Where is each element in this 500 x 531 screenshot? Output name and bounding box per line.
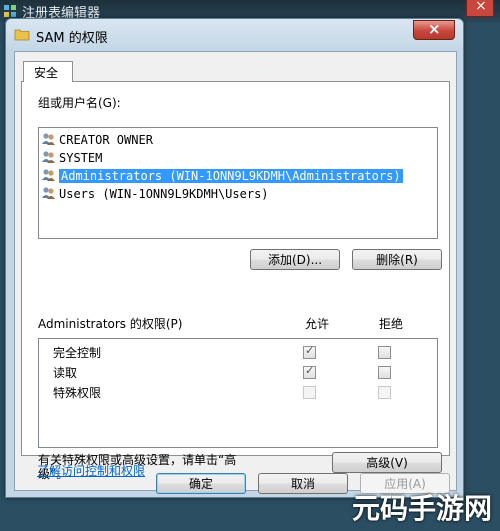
dialog-titlebar: SAM 的权限 × xyxy=(6,19,463,51)
advanced-button[interactable]: 高级(V) xyxy=(332,452,442,473)
folder-icon xyxy=(14,29,30,41)
allow-checkbox-full-control[interactable] xyxy=(303,344,316,359)
access-control-help-link[interactable]: 了解访问控制和权限 xyxy=(37,462,145,479)
permissions-list: 完全控制 读取 特殊权限 xyxy=(38,338,438,448)
dialog-close-button[interactable]: × xyxy=(413,20,455,40)
dialog-client-area: 安全 组或用户名(G): CREATOR OWNER SYSTEM Admini… xyxy=(14,51,457,491)
permissions-label: Administrators 的权限(P) xyxy=(38,317,183,331)
allow-checkbox-special xyxy=(303,386,316,399)
add-button[interactable]: 添加(D)... xyxy=(250,249,340,270)
user-group-icon xyxy=(42,169,55,181)
user-name: CREATOR OWNER xyxy=(59,133,153,147)
allow-checkbox-read[interactable] xyxy=(303,364,316,379)
permissions-dialog: SAM 的权限 × 安全 组或用户名(G): CREATOR OWNER SYS… xyxy=(5,18,464,498)
registry-editor-icon xyxy=(4,5,16,17)
permission-name: 读取 xyxy=(53,366,78,380)
user-name: Administrators (WIN-1ONN9L9KDMH\Administ… xyxy=(59,169,403,183)
remove-button[interactable]: 删除(R) xyxy=(352,249,442,270)
user-group-icon xyxy=(42,151,55,163)
user-name: Users (WIN-1ONN9L9KDMH\Users) xyxy=(59,187,269,201)
dialog-title: SAM 的权限 xyxy=(36,31,108,46)
allow-column-header: 允许 xyxy=(305,317,330,331)
deny-checkbox-read[interactable] xyxy=(378,366,391,379)
list-item[interactable]: SYSTEM xyxy=(41,150,102,166)
ok-button[interactable]: 确定 xyxy=(156,473,246,494)
user-group-icon xyxy=(42,187,55,199)
deny-checkbox-full-control[interactable] xyxy=(378,346,391,359)
deny-checkbox-special xyxy=(378,386,391,399)
background-close-button[interactable] xyxy=(466,0,494,17)
security-tab-panel: 组或用户名(G): CREATOR OWNER SYSTEM Administr… xyxy=(21,81,450,481)
watermark-logo: 元码手游网 xyxy=(351,492,492,525)
tab-security[interactable]: 安全 xyxy=(23,61,73,82)
user-listbox[interactable]: CREATOR OWNER SYSTEM Administrators (WIN… xyxy=(38,127,438,239)
permission-name: 特殊权限 xyxy=(53,386,102,400)
permission-name: 完全控制 xyxy=(53,346,102,360)
tab-security-label: 安全 xyxy=(34,66,59,80)
user-group-icon xyxy=(42,133,55,145)
cancel-button[interactable]: 取消 xyxy=(258,473,348,494)
list-item[interactable]: Users (WIN-1ONN9L9KDMH\Users) xyxy=(41,186,269,202)
deny-column-header: 拒绝 xyxy=(379,317,404,331)
close-icon: × xyxy=(428,20,441,38)
list-item[interactable]: CREATOR OWNER xyxy=(41,132,153,148)
list-item-selected[interactable]: Administrators (WIN-1ONN9L9KDMH\Administ… xyxy=(41,168,403,184)
user-name: SYSTEM xyxy=(59,151,103,165)
group-user-label: 组或用户名(G): xyxy=(38,96,121,110)
